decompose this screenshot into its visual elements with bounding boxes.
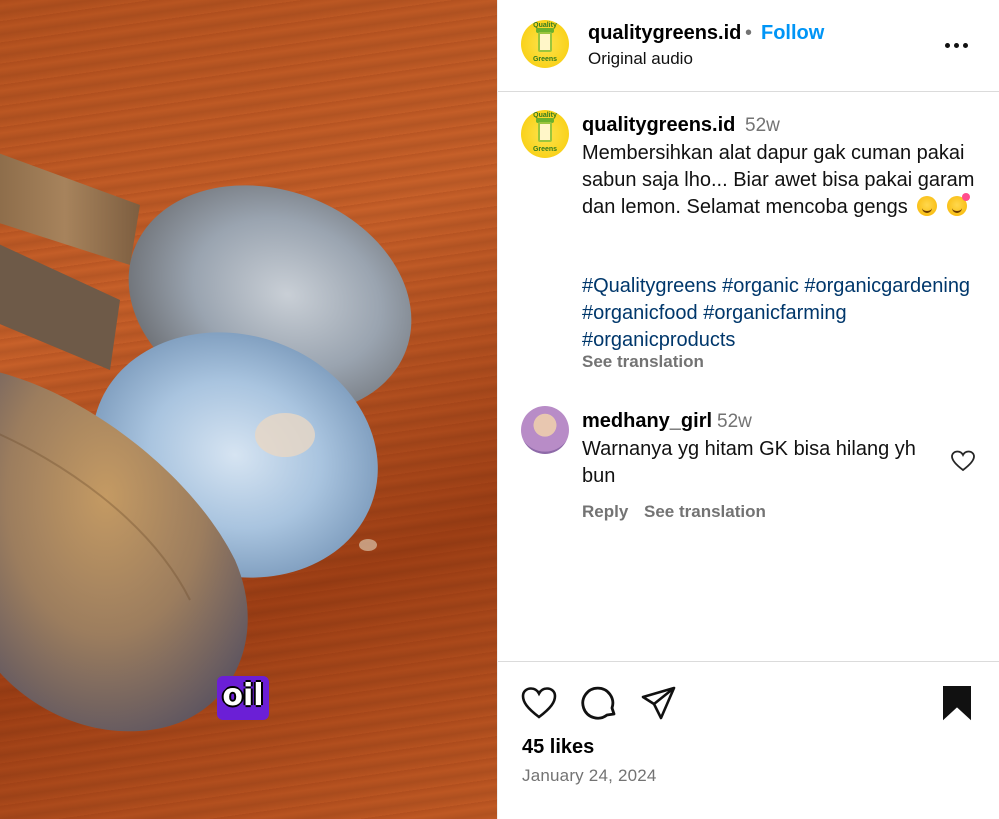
caption-body: Membersihkan alat dapur gak cuman pakai … bbox=[582, 142, 975, 218]
smiling-face-hearts-emoji-icon bbox=[946, 193, 970, 216]
caption-see-translation[interactable]: See translation bbox=[582, 352, 704, 372]
post-header: Quality Greens qualitygreens.id • Follow… bbox=[498, 0, 999, 92]
caption-username[interactable]: qualitygreens.id bbox=[582, 114, 735, 137]
comment-like-heart-icon[interactable] bbox=[951, 450, 975, 472]
avatar-logo-text-bottom: Greens bbox=[532, 146, 558, 153]
author-avatar[interactable]: Quality Greens bbox=[521, 20, 569, 68]
author-username[interactable]: qualitygreens.id bbox=[588, 22, 741, 45]
caption-text: Membersihkan alat dapur gak cuman pakai … bbox=[582, 140, 982, 221]
caption-timestamp[interactable]: 52w bbox=[745, 115, 780, 137]
jar-icon bbox=[538, 122, 552, 142]
separator-dot: • bbox=[745, 22, 753, 44]
commenter-avatar[interactable] bbox=[521, 406, 569, 454]
heart-icon[interactable] bbox=[520, 684, 558, 722]
hashtag-list: #Qualitygreens #organic #organicgardenin… bbox=[582, 273, 982, 354]
hashtag-link[interactable]: #organicfood bbox=[582, 302, 698, 324]
post-details-panel: Quality Greens qualitygreens.id • Follow… bbox=[497, 0, 999, 819]
likes-count[interactable]: 45 likes bbox=[522, 736, 594, 759]
follow-button[interactable]: Follow bbox=[761, 22, 824, 45]
hashtag-link[interactable]: #organicproducts bbox=[582, 329, 735, 351]
comment-username[interactable]: medhany_girl bbox=[582, 410, 712, 433]
video-caption-word: oil bbox=[217, 676, 269, 720]
more-options-icon[interactable] bbox=[942, 30, 972, 60]
bookmark-icon[interactable] bbox=[938, 684, 976, 722]
avatar-logo-text-bottom: Greens bbox=[532, 56, 558, 63]
hashtag-link[interactable]: #organic bbox=[722, 275, 799, 297]
hashtag-link[interactable]: #organicfarming bbox=[703, 302, 846, 324]
post-actions-bar: 45 likes January 24, 2024 bbox=[498, 661, 999, 819]
comment-icon[interactable] bbox=[581, 684, 619, 722]
hashtag-link[interactable]: #organicgardening bbox=[804, 275, 970, 297]
caption-author-avatar[interactable]: Quality Greens bbox=[521, 110, 569, 158]
post-media[interactable]: oil bbox=[0, 0, 497, 819]
smiling-face-emoji-icon bbox=[917, 196, 938, 216]
comment-see-translation[interactable]: See translation bbox=[644, 502, 766, 522]
comment-timestamp[interactable]: 52w bbox=[717, 411, 752, 433]
jar-icon bbox=[538, 32, 552, 52]
comment-reply-button[interactable]: Reply bbox=[582, 502, 628, 522]
hashtag-link[interactable]: #Qualitygreens bbox=[582, 275, 717, 297]
post-date[interactable]: January 24, 2024 bbox=[522, 766, 657, 786]
comment-text: Warnanya yg hitam GK bisa hilang yh bun bbox=[582, 438, 916, 487]
share-icon[interactable] bbox=[640, 684, 678, 722]
audio-label[interactable]: Original audio bbox=[588, 49, 693, 69]
